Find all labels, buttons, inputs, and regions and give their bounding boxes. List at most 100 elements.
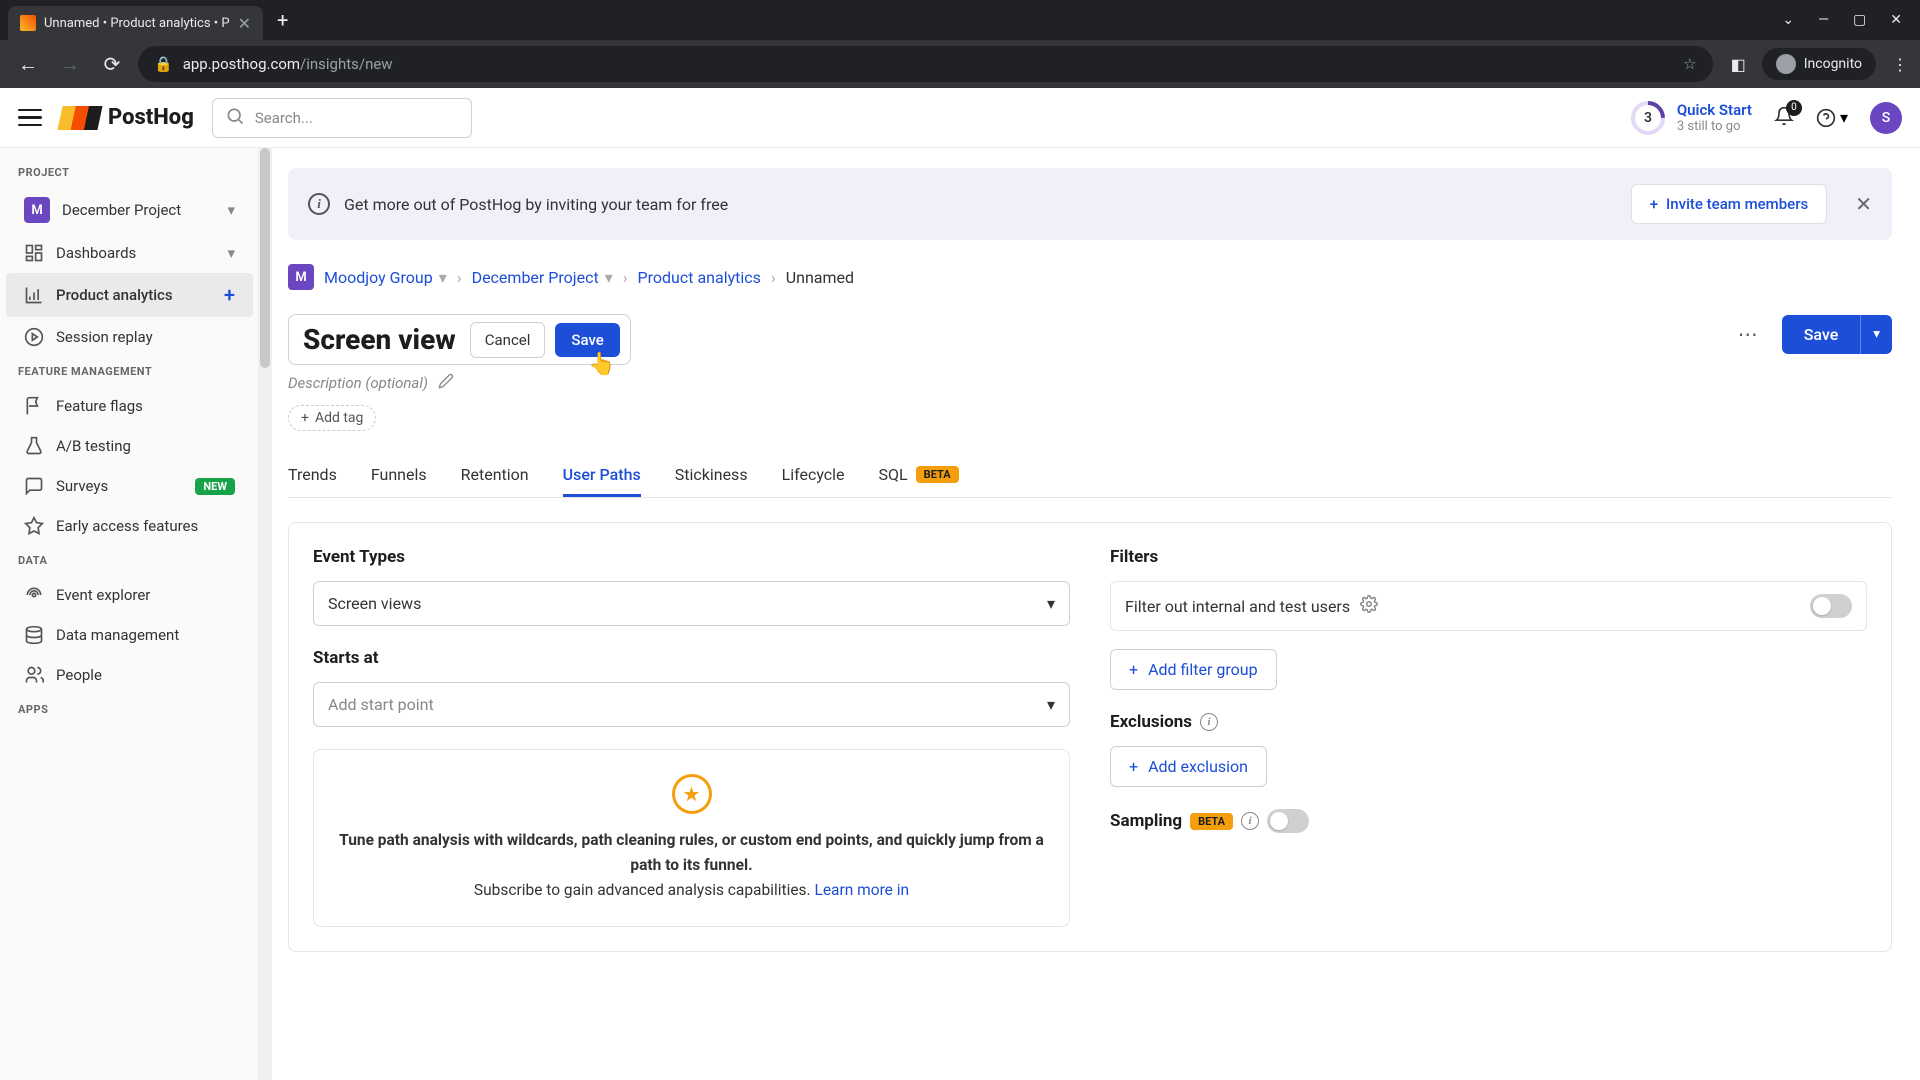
invite-team-button[interactable]: + Invite team members <box>1631 184 1828 224</box>
config-panel: Event Types Screen views ▾ Starts at Add… <box>288 522 1892 952</box>
favicon <box>20 15 36 31</box>
sidebar-item-dashboards[interactable]: Dashboards▾ <box>6 233 253 273</box>
beta-badge: BETA <box>916 466 959 483</box>
close-banner-icon[interactable]: ✕ <box>1855 192 1872 216</box>
help-button[interactable]: ▾ <box>1816 108 1848 128</box>
learn-more-link[interactable]: Learn more in <box>814 881 909 899</box>
chevron-down-icon: ▾ <box>1840 108 1848 127</box>
chevron-down-icon[interactable]: ▾ <box>439 268 447 287</box>
plus-icon: + <box>1129 757 1138 776</box>
save-name-button[interactable]: Save <box>555 323 619 357</box>
new-badge: NEW <box>195 478 235 495</box>
save-dropdown-button[interactable]: ▾ <box>1860 315 1892 354</box>
reading-list-icon[interactable]: ◧ <box>1731 55 1746 74</box>
people-icon <box>24 665 44 685</box>
pencil-icon <box>438 373 454 393</box>
sampling-label: Sampling BETA i <box>1110 809 1867 833</box>
breadcrumb-org[interactable]: Moodjoy Group <box>324 268 433 287</box>
insight-title-input[interactable]: Screen view <box>299 319 460 360</box>
breadcrumb: M Moodjoy Group ▾ › December Project ▾ ›… <box>288 264 1892 290</box>
sidebar-item-data-management[interactable]: Data management <box>6 615 253 655</box>
tab-lifecycle[interactable]: Lifecycle <box>782 455 845 497</box>
browser-tab[interactable]: Unnamed • Product analytics • P ✕ <box>8 6 263 40</box>
exclusions-label: Exclusions i <box>1110 712 1867 732</box>
quick-start-widget[interactable]: 3 Quick Start 3 still to go <box>1631 101 1752 135</box>
hamburger-menu-icon[interactable] <box>18 106 42 130</box>
sampling-toggle[interactable] <box>1267 809 1309 833</box>
url-host: app.posthog.com <box>183 55 300 73</box>
org-badge: M <box>288 264 314 290</box>
more-options-button[interactable]: ⋯ <box>1726 314 1772 354</box>
posthog-logo[interactable]: PostHog <box>60 105 194 130</box>
user-avatar[interactable]: S <box>1870 102 1902 134</box>
breadcrumb-project[interactable]: December Project <box>472 268 599 287</box>
breadcrumb-current: Unnamed <box>786 268 854 287</box>
browser-menu-icon[interactable]: ⋮ <box>1892 55 1908 74</box>
add-filter-group-button[interactable]: + Add filter group <box>1110 649 1277 690</box>
description-field[interactable]: Description (optional) <box>288 373 1892 393</box>
incognito-badge[interactable]: Incognito <box>1762 48 1876 80</box>
tab-trends[interactable]: Trends <box>288 455 337 497</box>
tab-title: Unnamed • Product analytics • P <box>44 16 230 31</box>
tab-stickiness[interactable]: Stickiness <box>675 455 748 497</box>
chevron-down-icon: ▾ <box>1047 594 1055 613</box>
add-exclusion-button[interactable]: + Add exclusion <box>1110 746 1267 787</box>
analytics-icon <box>24 285 44 305</box>
window-controls: ⌄ — ▢ ✕ <box>1782 12 1912 28</box>
notification-count-badge: 0 <box>1786 100 1802 116</box>
event-types-select[interactable]: Screen views ▾ <box>313 581 1070 626</box>
notifications-button[interactable]: 0 <box>1774 106 1794 130</box>
sidebar-item-feature-flags[interactable]: Feature flags <box>6 386 253 426</box>
lock-icon: 🔒 <box>154 55 173 73</box>
browser-tab-strip: Unnamed • Product analytics • P ✕ + ⌄ — … <box>0 0 1920 40</box>
search-input[interactable]: Search... <box>212 98 472 138</box>
sidebar-project-selector[interactable]: M December Project ▾ <box>6 187 253 233</box>
cancel-name-button[interactable]: Cancel <box>470 322 546 358</box>
sidebar-heading-data: DATA <box>0 546 259 575</box>
save-split-button: Save ▾ <box>1782 315 1892 354</box>
insight-tabs: Trends Funnels Retention User Paths Stickine… <box>288 455 1892 498</box>
plus-icon[interactable]: + <box>224 283 235 307</box>
main-content: i Get more out of PostHog by inviting yo… <box>260 88 1920 1080</box>
chevron-down-icon[interactable]: ▾ <box>605 268 613 287</box>
sidebar-heading-project: PROJECT <box>0 158 259 187</box>
tab-user-paths[interactable]: User Paths <box>563 455 641 497</box>
close-window-icon[interactable]: ✕ <box>1890 12 1902 28</box>
sidebar-item-early-access-features[interactable]: Early access features <box>6 506 253 546</box>
sidebar-item-surveys[interactable]: SurveysNEW <box>6 466 253 506</box>
sidebar: PROJECT M December Project ▾ Dashboards▾… <box>0 88 260 1080</box>
address-bar[interactable]: 🔒 app.posthog.com/insights/new ☆ <box>138 46 1713 82</box>
tab-retention[interactable]: Retention <box>461 455 529 497</box>
gear-icon[interactable] <box>1360 595 1378 617</box>
project-badge: M <box>24 197 50 223</box>
replay-icon <box>24 327 44 347</box>
close-tab-icon[interactable]: ✕ <box>238 14 251 33</box>
sidebar-item-people[interactable]: People <box>6 655 253 695</box>
add-tag-button[interactable]: + Add tag <box>288 405 376 431</box>
internal-users-toggle[interactable] <box>1810 594 1852 618</box>
back-button[interactable]: ← <box>12 48 44 80</box>
starts-at-select[interactable]: Add start point ▾ <box>313 682 1070 727</box>
progress-ring-icon: 3 <box>1624 93 1672 141</box>
sidebar-scrollbar[interactable] <box>258 148 272 1080</box>
sidebar-item-a-b-testing[interactable]: A/B testing <box>6 426 253 466</box>
flag-icon <box>24 396 44 416</box>
sidebar-item-product-analytics[interactable]: Product analytics+ <box>6 273 253 317</box>
sidebar-item-event-explorer[interactable]: Event explorer <box>6 575 253 615</box>
info-icon: i <box>308 193 330 215</box>
tabs-chevron-icon[interactable]: ⌄ <box>1782 12 1794 28</box>
reload-button[interactable]: ⟳ <box>96 48 128 80</box>
breadcrumb-section[interactable]: Product analytics <box>638 268 761 287</box>
minimize-icon[interactable]: — <box>1818 12 1829 28</box>
quick-start-title: Quick Start <box>1677 101 1752 119</box>
tab-sql[interactable]: SQLBETA <box>879 455 959 497</box>
new-tab-button[interactable]: + <box>263 8 302 32</box>
save-button[interactable]: Save <box>1782 315 1861 354</box>
bookmark-star-icon[interactable]: ☆ <box>1683 55 1696 73</box>
info-icon[interactable]: i <box>1200 713 1218 731</box>
tab-funnels[interactable]: Funnels <box>371 455 427 497</box>
sidebar-item-session-replay[interactable]: Session replay <box>6 317 253 357</box>
info-icon[interactable]: i <box>1241 812 1259 830</box>
quick-start-subtitle: 3 still to go <box>1677 119 1752 134</box>
maximize-icon[interactable]: ▢ <box>1853 12 1866 28</box>
